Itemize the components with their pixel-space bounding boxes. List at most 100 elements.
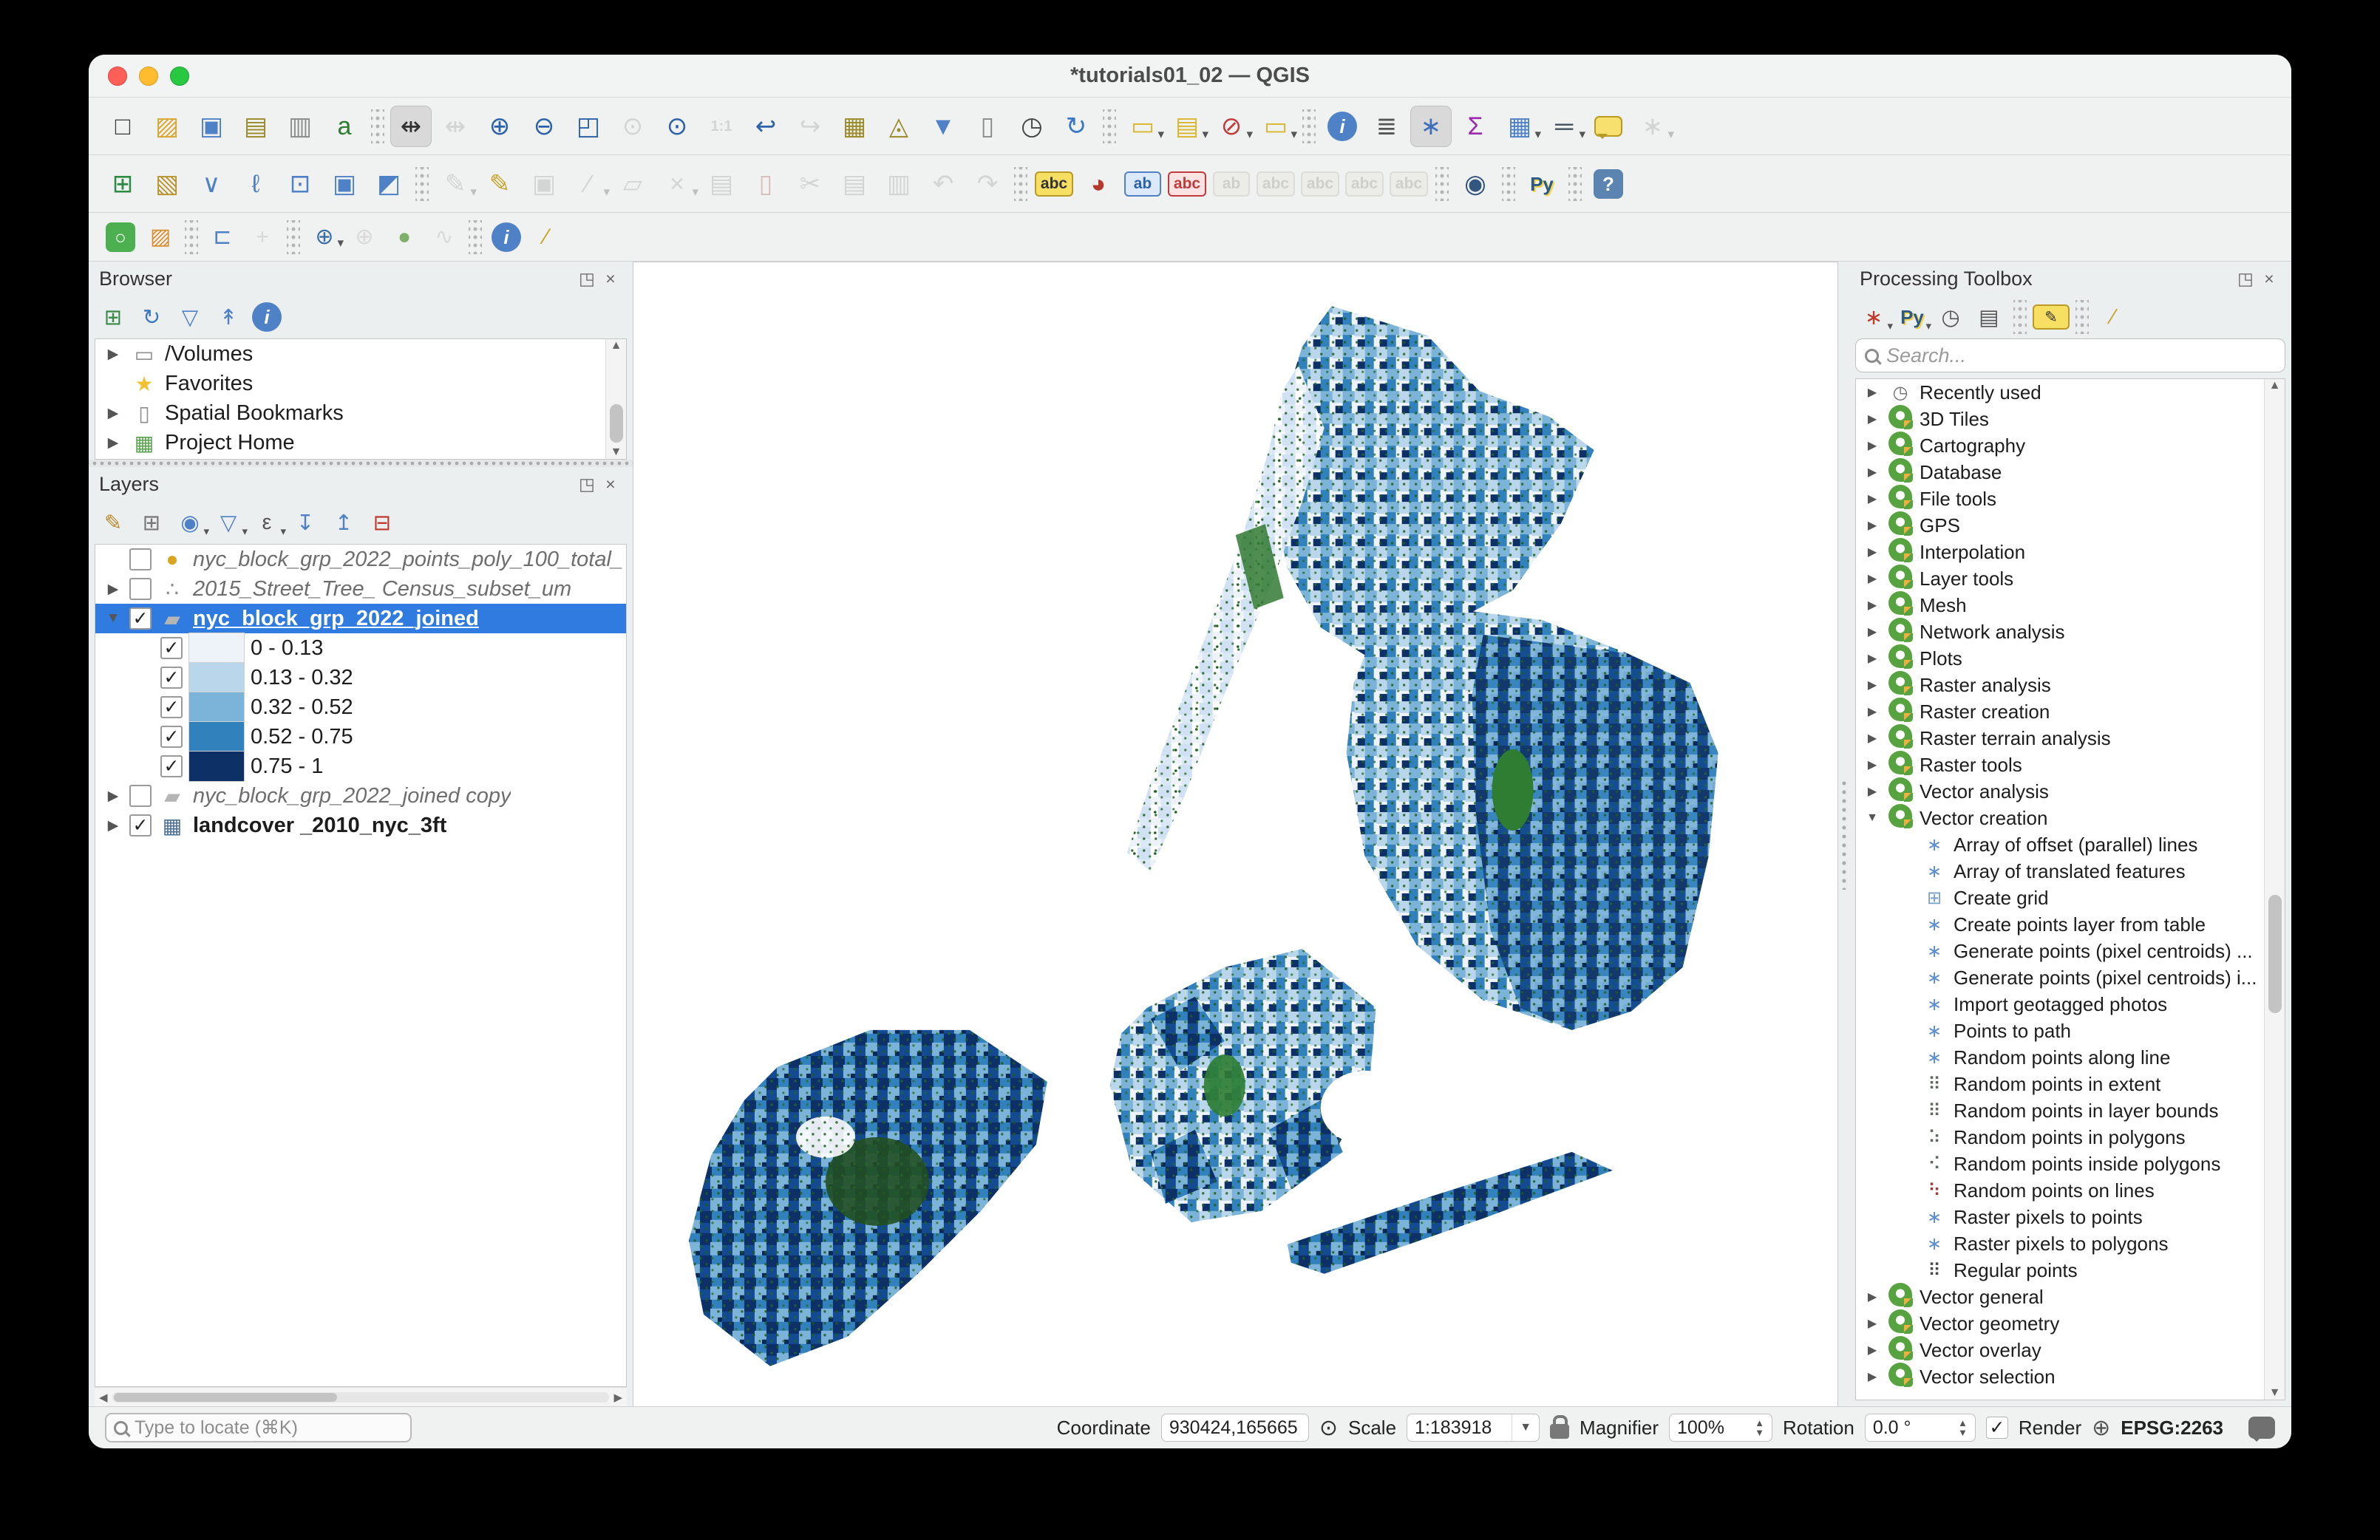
plugin-info-button[interactable]: i [488,219,525,256]
browser-filter-button[interactable]: ▽ [173,300,207,334]
expander-icon[interactable]: ▶ [1863,784,1881,799]
browser-collapse-all-button[interactable]: ↟ [211,300,245,334]
layer-item[interactable]: ▼ ✓ ▰ nyc_block_grp_2022_joined [95,604,626,633]
rotate-label-button[interactable]: abc [1344,163,1385,205]
scroll-down-icon[interactable]: ▼ [2269,1386,2281,1400]
save-project-button[interactable]: ▣ [191,106,232,147]
panel-splitter[interactable] [89,460,633,467]
expander-icon[interactable]: ▶ [1863,491,1881,506]
edit-features-in-place-button[interactable]: ✎ [2033,300,2070,334]
freehand-digitizing-button[interactable]: ∿ [426,219,463,256]
layers-close-button[interactable]: × [599,472,622,496]
add-group-button[interactable]: ⊞ [135,505,169,539]
toolbar-separator[interactable] [1568,166,1582,201]
expander-icon[interactable]: ▶ [1863,1343,1881,1357]
move-label-diagram-button[interactable]: abc [1299,163,1341,205]
refresh-map-button[interactable]: ↻ [1055,106,1097,147]
layer-item[interactable]: ▶ ∴ 2015_Street_Tree_ Census_subset_um [95,574,626,604]
magnifier-spinner[interactable]: ▲▼ [1668,1414,1772,1442]
collapse-all-layers-button[interactable]: ↥ [327,505,361,539]
zoom-full-button[interactable]: ◰ [568,106,609,147]
expander-icon[interactable]: ▶ [103,435,123,452]
algorithm-item[interactable]: ⠿ Random points in extent [1856,1071,2285,1097]
expander-icon[interactable]: ▼ [103,610,123,627]
scrollbar-thumb[interactable] [609,404,623,443]
new-geopackage-layer-button[interactable]: ▧ [146,163,188,205]
coordinate-input[interactable] [1169,1417,1301,1439]
toolbox-results-viewer-button[interactable]: ▤ [1972,300,2006,334]
toggle-editing-button[interactable]: ✎ [479,163,520,205]
algorithm-item[interactable]: ∗ Array of translated features [1856,858,2285,885]
algorithm-item[interactable]: ▶ Interpolation [1856,537,2285,565]
algorithm-item[interactable]: ▼ Vector creation [1856,803,2285,831]
algorithm-item[interactable]: ▶ Raster creation [1856,697,2285,725]
algorithm-item[interactable]: ⠿ Regular points [1856,1257,2285,1284]
layer-item[interactable]: ✓ 0.32 - 0.52 [95,692,626,723]
visibility-checkbox[interactable]: ✓ [160,755,183,777]
toolbar-separator[interactable] [1435,166,1449,201]
plugin-settings-wrench-button[interactable]: ∕ [528,219,565,256]
layer-diagram-options-button[interactable]: ◕ [1078,163,1119,205]
algorithm-item[interactable]: ∗ Random points along line [1856,1044,2285,1071]
layer-item[interactable]: ✓ 0.13 - 0.32 [95,662,626,693]
toolbox-search-input[interactable] [1886,344,2276,367]
algorithm-item[interactable]: ▶ Network analysis [1856,617,2285,645]
cut-features-button[interactable]: ✂ [789,163,831,205]
quickmap-edit-button[interactable]: ▨ [142,219,179,256]
visibility-checkbox[interactable] [129,548,152,570]
zoom-in-button[interactable]: ⊕ [479,106,520,147]
layer-labeling-options-button[interactable]: abc [1033,163,1075,205]
visibility-checkbox[interactable]: ✓ [129,814,152,837]
expander-icon[interactable]: ▶ [103,405,123,422]
toolbar-separator[interactable] [371,109,384,143]
expander-icon[interactable]: ▶ [1863,1316,1881,1331]
filter-legend-button[interactable]: ▽ ▾ [211,505,248,539]
browser-scrollbar[interactable]: ▲ ▼ [605,339,626,459]
delete-selected-button[interactable]: ▯ [745,163,786,205]
expander-icon[interactable]: ▶ [1863,598,1881,613]
paste-features-button[interactable]: ▥ [878,163,919,205]
scale-combo[interactable]: ▼ [1407,1414,1540,1442]
highlight-pinned-labels-button[interactable]: abc [1166,163,1208,205]
toolbar-separator[interactable] [1302,109,1316,143]
visibility-checkbox[interactable]: ✓ [160,696,183,718]
expander-icon[interactable]: ▶ [103,788,123,805]
browser-refresh-button[interactable]: ↻ [135,300,169,334]
toolbar-separator[interactable] [1014,166,1027,201]
modify-attributes-button[interactable]: ▤ [701,163,742,205]
toolbar-separator[interactable] [185,219,198,254]
expander-icon[interactable]: ▶ [103,817,123,834]
rotation-input[interactable] [1872,1417,1954,1439]
algorithm-item[interactable]: ▶ Vector general [1856,1282,2285,1310]
expander-icon[interactable]: ▶ [1863,518,1881,533]
toolbox-history-button[interactable]: ◷ [1934,300,1968,334]
show-layout-manager-button[interactable]: ▥ [279,106,321,147]
browser-item[interactable]: ▶ ▯ Spatial Bookmarks [95,398,626,428]
new-shapefile-layer-button[interactable]: ∨ [191,163,232,205]
spin-down-icon[interactable]: ▼ [1755,1428,1764,1437]
manage-map-themes-button[interactable]: ◉ ▾ [173,505,209,539]
scroll-up-icon[interactable]: ▲ [611,339,622,352]
expander-icon[interactable]: ▶ [1863,678,1881,692]
toolbox-scripts-button[interactable]: Py ▾ [1895,300,1931,334]
lock-scale-icon[interactable] [1550,1415,1570,1439]
expand-all-layers-button[interactable]: ↧ [288,505,322,539]
temporal-controller-button[interactable]: ◷ [1011,106,1053,147]
visibility-checkbox[interactable]: ✓ [129,607,152,630]
style-manager-button[interactable]: a [324,106,365,147]
layer-item[interactable]: ✓ 0.75 - 1 [95,751,626,782]
toolbox-options-button[interactable]: ∕ [2096,300,2130,334]
statistical-summary-button[interactable]: Σ [1455,106,1496,147]
scroll-up-icon[interactable]: ▲ [2269,379,2281,392]
show-spatial-bookmarks-button[interactable]: ▯ [967,106,1008,147]
deselect-features-button[interactable]: ⊘ ▾ [1211,106,1253,147]
toolbar-separator[interactable] [2013,300,2027,334]
algorithm-item[interactable]: ▶ Raster terrain analysis [1856,723,2285,752]
algorithm-item[interactable]: ▶ Mesh [1856,590,2285,619]
layer-item[interactable]: ▶ ▰ nyc_block_grp_2022_joined copy [95,781,626,811]
expander-icon[interactable]: ▶ [1863,545,1881,559]
algorithm-item[interactable]: ▶ Layer tools [1856,564,2285,592]
visibility-checkbox[interactable] [129,785,152,807]
move-label-button[interactable]: ab [1211,163,1252,205]
coordinate-capture-button[interactable]: + [244,219,281,256]
